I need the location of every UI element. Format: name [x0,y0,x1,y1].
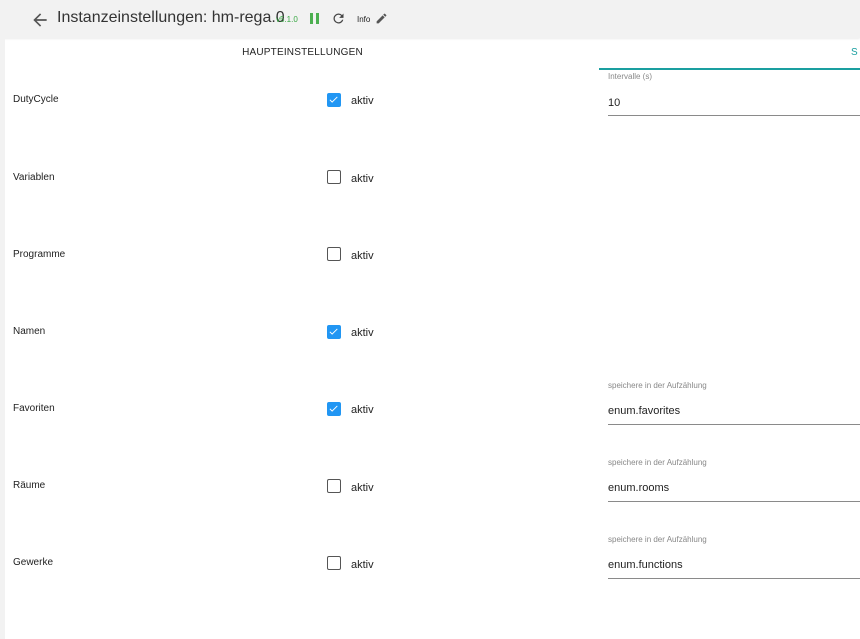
row-label-favoriten: Favoriten [13,403,55,414]
tab-main-settings[interactable]: HAUPTEINSTELLUNGEN [230,47,375,58]
version-badge: v5.1.0 [276,15,298,24]
checkbox-raeume[interactable] [327,479,341,493]
info-link[interactable]: Info [357,15,370,24]
checkbox-label-gewerke: aktiv [351,559,374,571]
checkbox-programme[interactable] [327,247,341,261]
tab-indicator [599,68,860,70]
row-label-programme: Programme [13,249,66,260]
functions-enum-input[interactable] [608,552,860,579]
checkmark-icon [329,96,338,103]
checkmark-icon [329,328,338,335]
pause-icon [310,13,313,24]
pencil-icon [376,13,387,24]
tab-second[interactable]: S [851,47,858,58]
reload-instance-button[interactable] [331,11,346,26]
favorites-field-caption: speichere in der Aufzählung [608,381,707,390]
interval-input[interactable] [608,90,860,116]
back-button[interactable] [30,10,50,30]
checkbox-label-dutycycle: aktiv [351,95,374,107]
checkbox-label-programme: aktiv [351,250,374,262]
row-label-dutycycle: DutyCycle [13,94,59,105]
page-title: Instanzeinstellungen: hm-rega.0 [57,9,285,26]
checkbox-favoriten[interactable] [327,402,341,416]
checkbox-label-raeume: aktiv [351,482,374,494]
checkbox-variablen[interactable] [327,170,341,184]
rooms-field-caption: speichere in der Aufzählung [608,458,707,467]
left-edge-strip [0,38,5,639]
arrow-left-icon [33,13,47,27]
checkbox-dutycycle[interactable] [327,93,341,107]
instance-header: Instanzeinstellungen: hm-rega.0 v5.1.0 I… [0,0,860,38]
edit-button[interactable] [375,12,388,25]
checkbox-label-namen: aktiv [351,327,374,339]
row-label-variablen: Variablen [13,172,55,183]
checkbox-label-favoriten: aktiv [351,404,374,416]
rooms-enum-input[interactable] [608,475,860,502]
checkmark-icon [329,405,338,412]
interval-field-caption: Intervalle (s) [608,72,653,81]
row-label-namen: Namen [13,326,46,337]
row-label-gewerke: Gewerke [13,557,54,568]
favorites-enum-input[interactable] [608,398,860,425]
checkbox-gewerke[interactable] [327,556,341,570]
row-label-raeume: Räume [13,480,46,491]
pause-instance-button[interactable] [309,13,321,25]
reload-icon [333,13,344,24]
checkbox-label-variablen: aktiv [351,173,374,185]
functions-field-caption: speichere in der Aufzählung [608,535,707,544]
checkbox-namen[interactable] [327,325,341,339]
